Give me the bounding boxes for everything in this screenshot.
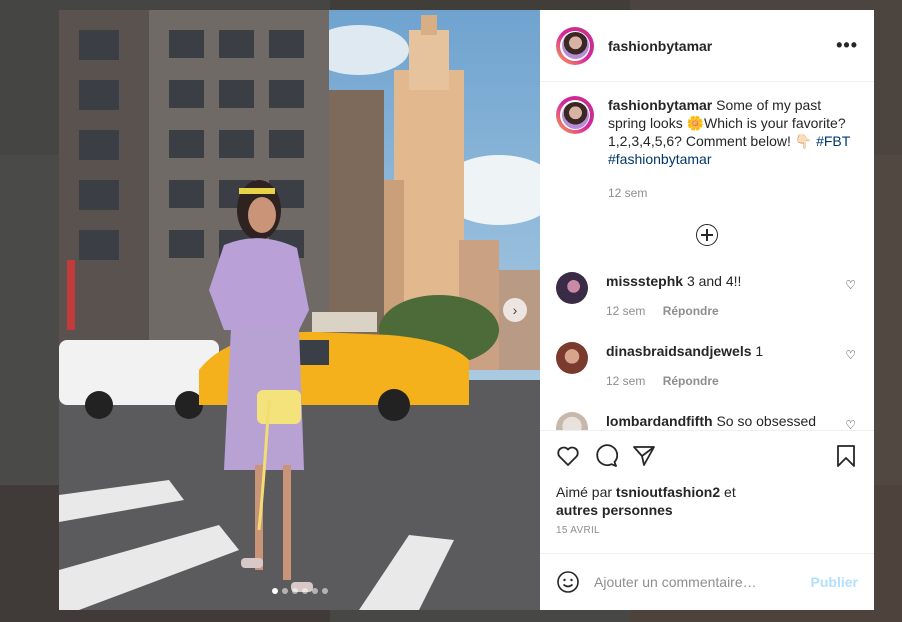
avatar[interactable] (556, 412, 588, 430)
comment-text: 3 and 4!! (686, 273, 742, 289)
small-heart-icon[interactable]: ♡ (845, 278, 856, 292)
avatar[interactable] (556, 272, 588, 304)
comment-input[interactable]: Ajouter un commentaire… (594, 574, 811, 590)
carousel-dot (292, 588, 298, 594)
caption-username[interactable]: fashionbytamar (608, 97, 712, 113)
post-date[interactable]: 15 AVRIL (556, 525, 858, 536)
comments-section[interactable]: fashionbytamar Some of my past spring lo… (540, 82, 874, 430)
comment-item: dinasbraidsandjewels 1 12 sem Répondre ♡ (556, 342, 858, 390)
comment-bubble-icon[interactable] (594, 444, 618, 468)
caption-avatar[interactable] (556, 96, 594, 134)
likes-prefix: Aimé par (556, 484, 613, 500)
comment-text: So so obsessed (716, 413, 817, 429)
comment-username[interactable]: lombardandfifth (606, 413, 713, 429)
reply-button[interactable]: Répondre (663, 304, 719, 318)
post-header: fashionbytamar ••• (540, 10, 874, 82)
post-side-panel: fashionbytamar ••• fashionbytamar Some o… (540, 10, 874, 610)
chevron-right-icon: › (512, 302, 518, 318)
carousel-indicator (272, 588, 328, 594)
carousel-dot (302, 588, 308, 594)
reply-button[interactable]: Répondre (663, 374, 719, 388)
post-photo[interactable]: › (59, 10, 540, 610)
likes-summary: Aimé par tsnioutfashion2 et autres perso… (556, 483, 858, 519)
small-heart-icon[interactable]: ♡ (845, 418, 856, 430)
header-username[interactable]: fashionbytamar (608, 38, 712, 54)
bookmark-icon[interactable] (834, 444, 858, 468)
paper-plane-icon[interactable] (632, 444, 656, 468)
comment-item: lombardandfifth So so obsessed ♡ (556, 412, 858, 430)
comment-composer: Ajouter un commentaire… Publier (540, 553, 874, 610)
comment-text: 1 (755, 343, 764, 359)
carousel-dot (312, 588, 318, 594)
plus-circle-icon (696, 224, 718, 246)
carousel-dot (272, 588, 278, 594)
avatar[interactable] (556, 26, 594, 65)
street-photo-illustration (59, 10, 540, 610)
load-more-comments-button[interactable] (556, 224, 858, 246)
carousel-dot (282, 588, 288, 594)
avatar[interactable] (556, 342, 588, 374)
carousel-dot (322, 588, 328, 594)
comment-time[interactable]: 12 sem (606, 374, 645, 388)
heart-icon[interactable] (556, 444, 580, 468)
caption: fashionbytamar Some of my past spring lo… (556, 96, 858, 202)
smiley-icon[interactable] (556, 570, 580, 594)
likes-suffix: et (724, 484, 736, 500)
comment-item: missstephk 3 and 4!! 12 sem Répondre ♡ (556, 272, 858, 320)
next-photo-button[interactable]: › (503, 298, 527, 322)
hashtag-link[interactable]: #fashionbytamar (608, 151, 712, 167)
hashtag-link[interactable]: #FBT (816, 133, 850, 149)
comment-username[interactable]: dinasbraidsandjewels (606, 343, 752, 359)
likes-others-link[interactable]: autres personnes (556, 502, 673, 518)
small-heart-icon[interactable]: ♡ (845, 348, 856, 362)
more-options-icon[interactable]: ••• (836, 35, 858, 56)
post-comment-button[interactable]: Publier (811, 574, 858, 590)
post-modal: › fashionbytamar ••• fashionbytamar Some… (59, 10, 874, 610)
post-actions: Aimé par tsnioutfashion2 et autres perso… (540, 430, 874, 553)
caption-time[interactable]: 12 sem (608, 184, 858, 202)
likes-user-link[interactable]: tsnioutfashion2 (616, 484, 720, 500)
comment-time[interactable]: 12 sem (606, 304, 645, 318)
comment-username[interactable]: missstephk (606, 273, 683, 289)
